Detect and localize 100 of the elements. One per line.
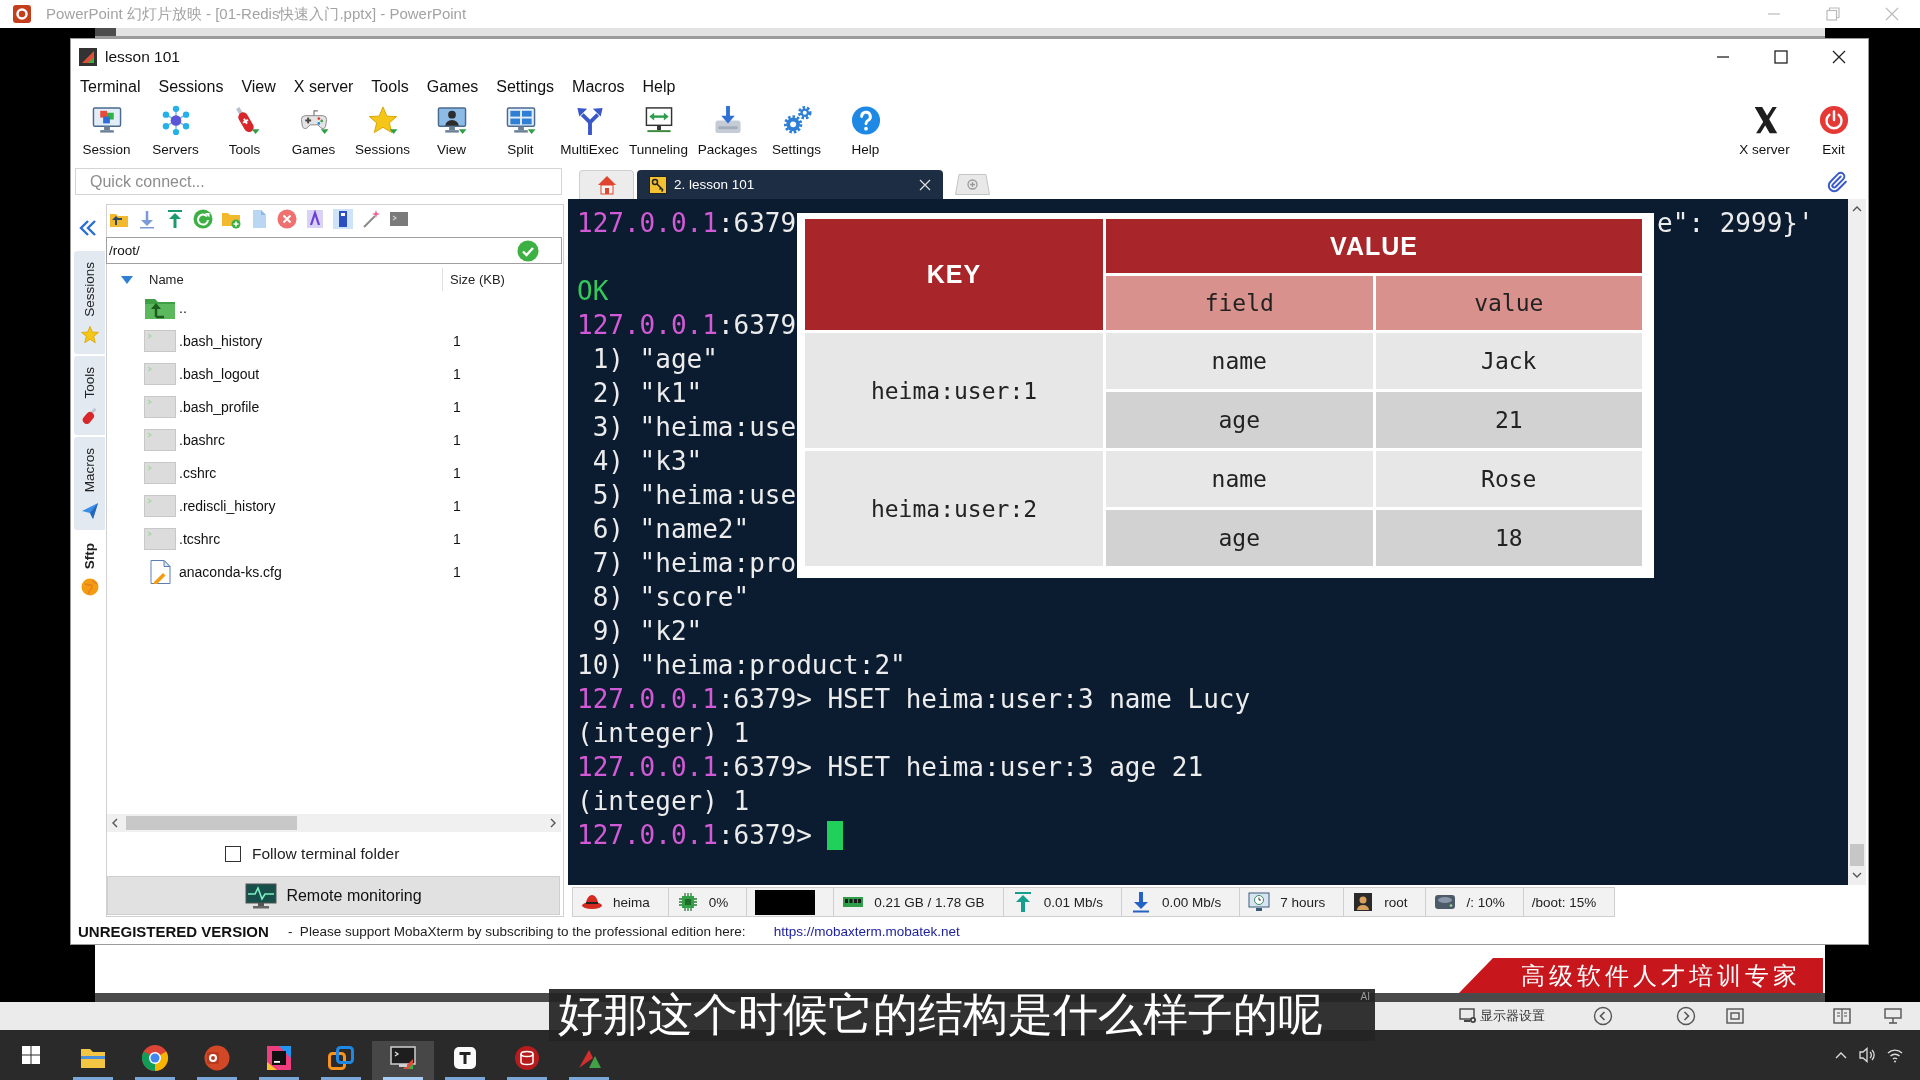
file-name[interactable]: .tcshrc xyxy=(179,530,221,547)
wifi-icon[interactable] xyxy=(1886,1047,1904,1063)
terminal-prompt: 127.0.0.1:6379 xyxy=(577,310,797,340)
menu-item[interactable]: Sessions xyxy=(149,78,233,96)
menu-item[interactable]: Tools xyxy=(362,78,418,96)
bookmark-icon[interactable] xyxy=(333,209,353,229)
toolbar-button[interactable]: View xyxy=(417,99,486,165)
toolbar-button[interactable]: Tunneling xyxy=(624,99,693,165)
horizontal-scrollbar[interactable] xyxy=(107,814,561,832)
double-chevron-icon[interactable] xyxy=(78,218,98,238)
list-index: 1) xyxy=(591,344,624,374)
font-icon[interactable] xyxy=(305,209,325,229)
window-title: lesson 101 xyxy=(105,48,180,66)
table-cell: Jack xyxy=(1375,333,1642,389)
support-message: - Please support MobaXterm by subscribing to the professional edition here: xyxy=(287,924,746,939)
terminal-text: "k2" xyxy=(639,616,703,646)
grid-icon[interactable] xyxy=(1725,1006,1745,1026)
display-settings-button[interactable]: 显示器设置 xyxy=(1459,1007,1545,1025)
quick-connect-field[interactable]: Quick connect... xyxy=(75,168,562,195)
file-name[interactable]: anaconda-ks.cfg xyxy=(179,563,282,580)
session-tab[interactable]: 2. lesson 101 xyxy=(637,170,943,199)
file-name[interactable]: .rediscli_history xyxy=(179,497,276,514)
toolbar-button[interactable]: X server xyxy=(1730,99,1799,165)
graph-panel xyxy=(755,889,816,915)
previous-icon[interactable] xyxy=(1593,1006,1613,1026)
vertical-scrollbar[interactable] xyxy=(1848,199,1866,885)
slides-app-icon xyxy=(12,4,32,24)
toolbar-button[interactable]: Games xyxy=(279,99,348,165)
delete-icon[interactable] xyxy=(277,209,297,229)
terminal[interactable] xyxy=(568,199,1866,885)
terminal-text: "name2" xyxy=(639,514,750,544)
terminal-file-icon xyxy=(144,361,176,386)
paperclip-icon[interactable] xyxy=(1826,171,1848,193)
menu-item[interactable]: Macros xyxy=(563,78,634,96)
table-cell: age xyxy=(1106,392,1373,448)
toolbar-button[interactable]: Split xyxy=(486,99,555,165)
toolbar-button[interactable]: Settings xyxy=(762,99,831,165)
wand-icon[interactable] xyxy=(361,209,381,229)
speaker-icon[interactable] xyxy=(1858,1047,1876,1063)
star-icon xyxy=(366,105,399,135)
terminal-file-icon xyxy=(144,493,176,518)
close-icon[interactable] xyxy=(1832,50,1846,64)
upload-icon[interactable] xyxy=(165,209,185,229)
file-name[interactable]: .bash_profile xyxy=(179,398,260,415)
home-tab[interactable] xyxy=(579,170,634,199)
browser-icon xyxy=(141,1043,169,1072)
terminal-text: "k3" xyxy=(639,446,703,476)
toolbar-button[interactable]: Packages xyxy=(693,99,762,165)
path-field[interactable]: /root/ xyxy=(106,237,562,264)
toolbar-button[interactable]: MultiExec xyxy=(555,99,624,165)
list-index: 7) xyxy=(591,548,624,578)
status-text: root xyxy=(1384,894,1408,910)
remote-monitoring-button[interactable]: Remote monitoring xyxy=(107,876,560,915)
list-index: 9) xyxy=(591,616,624,646)
monitor-gear-icon xyxy=(1459,1008,1477,1024)
file-name[interactable]: .bash_logout xyxy=(179,365,260,382)
table-cell: heima:user:2 xyxy=(805,451,1103,566)
status-text: 0.01 Mb/s xyxy=(1043,894,1103,910)
overlapping-squares-icon xyxy=(327,1043,355,1072)
menu-item[interactable]: Help xyxy=(633,78,685,96)
taskbar-button[interactable] xyxy=(372,1041,434,1080)
website-link[interactable]: https://mobaxterm.mobatek.net xyxy=(773,924,960,939)
book-icon[interactable] xyxy=(1832,1006,1852,1026)
screen-icon[interactable] xyxy=(1883,1006,1903,1026)
refresh-icon[interactable] xyxy=(193,209,213,229)
file-name[interactable]: .bash_history xyxy=(179,332,263,349)
menu-item[interactable]: Settings xyxy=(487,78,564,96)
menu-item[interactable]: View xyxy=(232,78,285,96)
side-tab[interactable]: Sessions xyxy=(74,251,105,354)
toolbar-button[interactable]: Help xyxy=(831,99,900,165)
side-tab[interactable]: Macros xyxy=(74,437,105,530)
toolbar-button[interactable]: Sessions xyxy=(348,99,417,165)
slides-app-icon xyxy=(203,1043,231,1072)
menu-item[interactable]: X server xyxy=(284,78,363,96)
column-header[interactable]: Name xyxy=(149,272,184,287)
menu-item[interactable]: Games xyxy=(417,78,488,96)
table-header: value xyxy=(1375,276,1642,330)
file-size: 1 xyxy=(452,464,462,481)
terminal-text: "heima:use xyxy=(639,412,797,442)
toolbar-button[interactable]: Exit xyxy=(1799,99,1868,165)
side-tab[interactable]: Tools xyxy=(74,355,105,436)
new-tab-icon[interactable] xyxy=(955,173,990,195)
table-header: field xyxy=(1106,276,1373,330)
toolbar-button[interactable]: Servers xyxy=(141,99,210,165)
file-size: 1 xyxy=(452,431,462,448)
file-name[interactable]: .. xyxy=(179,299,187,316)
maximize-icon[interactable] xyxy=(1774,50,1788,64)
windows-logo-icon[interactable] xyxy=(22,1046,40,1064)
terminal-icon[interactable] xyxy=(389,209,409,229)
toolbar-button[interactable]: Session xyxy=(72,99,141,165)
file-name[interactable]: .cshrc xyxy=(179,464,217,481)
toolbar-button[interactable]: Tools xyxy=(210,99,279,165)
chip-icon xyxy=(676,891,699,913)
menu-item[interactable]: Terminal xyxy=(71,78,150,96)
checkbox[interactable] xyxy=(225,846,241,862)
download-icon[interactable] xyxy=(137,209,157,229)
file-name[interactable]: .bashrc xyxy=(179,431,225,448)
column-header[interactable]: Size (KB) xyxy=(442,268,563,291)
home-icon xyxy=(596,175,617,195)
next-icon[interactable] xyxy=(1676,1006,1696,1026)
